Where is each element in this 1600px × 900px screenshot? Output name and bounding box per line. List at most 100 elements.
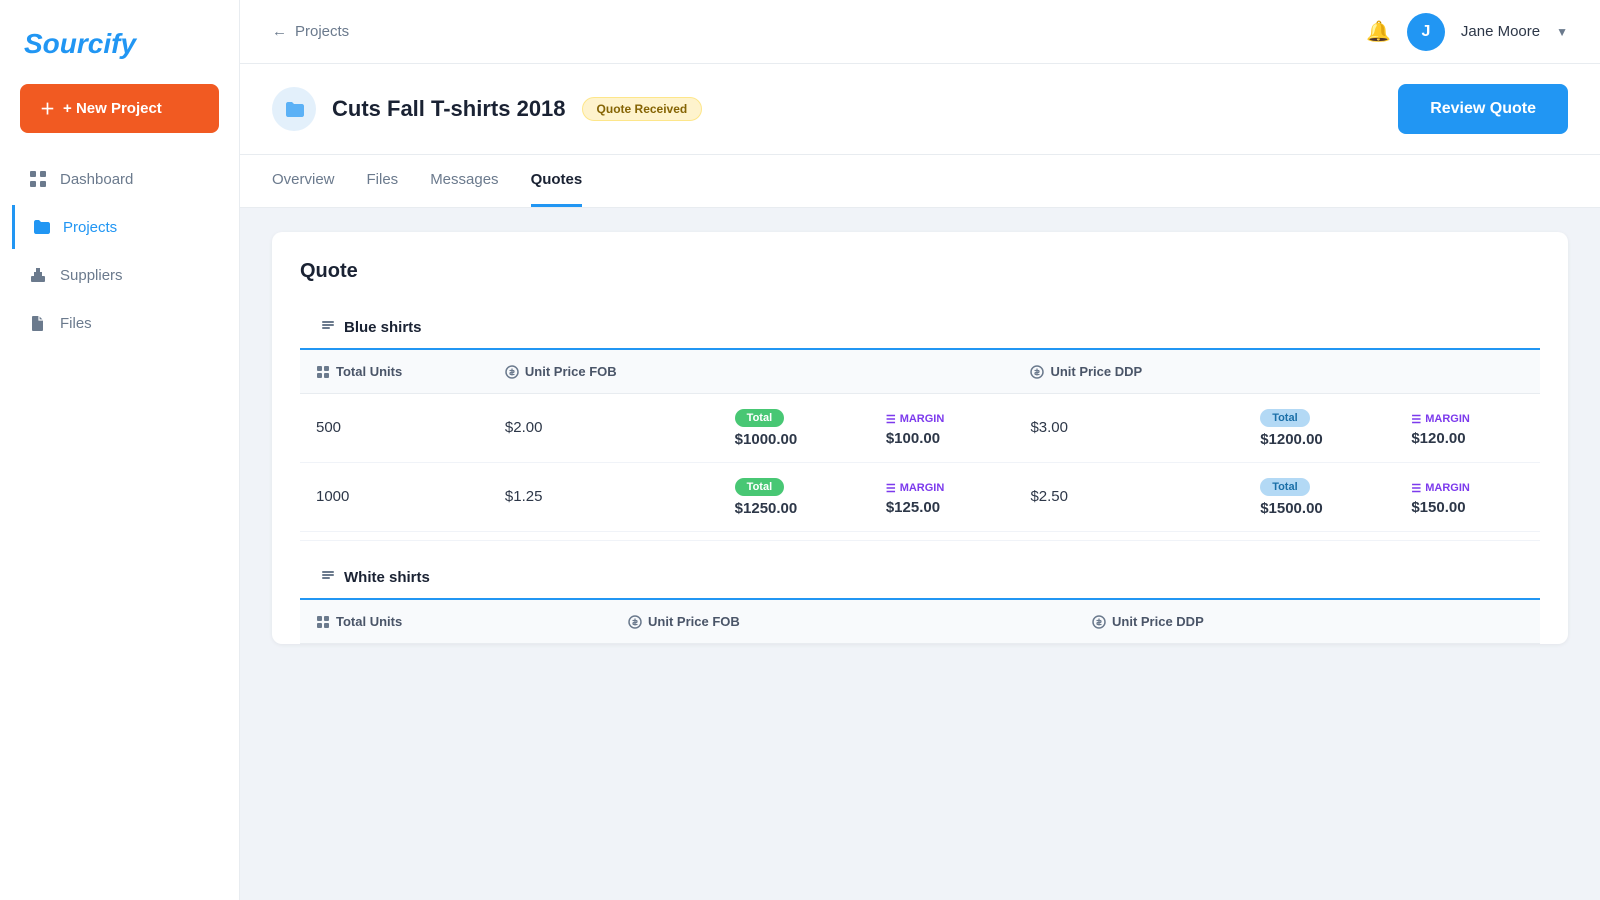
fob-margin-row1: ☰ MARGIN $100.00 [870,394,1015,463]
margin-ddp-label-2: MARGIN [1425,482,1470,494]
col-total-units-label: Total Units [336,364,402,379]
ws-fob-icon [628,615,642,629]
plus-icon: ＋ [40,98,55,119]
col-unit-price-ddp: Unit Price DDP [1014,350,1244,394]
ws-col-unit-price-ddp-label: Unit Price DDP [1112,614,1204,629]
ddp-price-value-2: $2.50 [1030,488,1068,505]
project-icon-wrap [272,87,316,131]
chevron-down-icon: ▼ [1556,25,1568,39]
new-project-label: + New Project [63,100,162,117]
margin-fob-value-2: $125.00 [886,499,999,516]
ddp-total-row2: Total $1500.00 [1244,463,1395,532]
table-row: 500 $2.00 Total $1000.00 ☰ MARGIN [300,394,1540,463]
white-shirts-tab[interactable]: White shirts [300,557,450,600]
white-shirts-tab-header: White shirts [300,557,1540,600]
folder-icon [283,98,305,120]
total-fob-value: $1000.00 [735,431,854,448]
table-row: 1000 $1.25 Total $1250.00 ☰ MARGIN [300,463,1540,532]
projects-icon [31,217,51,237]
topbar-right: 🔔 J Jane Moore ▼ [1366,13,1568,51]
product-section-blue-shirts: Blue shirts Total Units [300,307,1540,532]
product-icon-white [320,567,336,588]
sidebar-item-suppliers[interactable]: Suppliers [12,253,227,297]
total-fob-badge: Total [735,409,784,427]
margin-ddp-value-2: $150.00 [1411,499,1524,516]
sidebar-nav: Dashboard Projects Suppliers Files [0,157,239,345]
tab-quotes-label: Quotes [531,171,583,188]
margin-ddp-value: $120.00 [1411,430,1524,447]
ddp-price-value: $3.00 [1030,419,1068,436]
files-icon [28,313,48,333]
page-header: Cuts Fall T-shirts 2018 Quote Received R… [240,64,1600,155]
back-button[interactable]: ← Projects [272,23,349,40]
ws-col-total-units: Total Units [300,600,612,644]
total-fob-value-2: $1250.00 [735,500,854,517]
project-title: Cuts Fall T-shirts 2018 [332,96,566,122]
avatar: J [1407,13,1445,51]
tab-messages-label: Messages [430,171,498,188]
ws-col-ddp-totals [1455,600,1540,644]
fob-margin-row2: ☰ MARGIN $125.00 [870,463,1015,532]
ddp-price-row1: $3.00 [1014,394,1244,463]
tab-messages[interactable]: Messages [430,155,498,207]
topbar: ← Projects 🔔 J Jane Moore ▼ [240,0,1600,64]
sidebar-item-files[interactable]: Files [12,301,227,345]
stack-icon: ☰ [886,413,896,426]
content-area: Quote Blue shirts [240,208,1600,900]
sidebar-label-files: Files [60,315,92,332]
margin-fob-label-2: MARGIN [900,482,945,494]
ddp-margin-row1: ☰ MARGIN $120.00 [1395,394,1540,463]
sidebar-label-dashboard: Dashboard [60,171,133,188]
total-ddp-value: $1200.00 [1260,431,1379,448]
col-fob-totals [719,350,1015,394]
margin-ddp-badge-2: ☰ MARGIN [1411,482,1469,495]
review-quote-label: Review Quote [1430,100,1536,117]
fob-total-row2: Total $1250.00 [719,463,870,532]
ws-col-unit-price-fob-label: Unit Price FOB [648,614,740,629]
dashboard-icon [28,169,48,189]
units-value-2: 1000 [316,488,349,505]
main-content: ← Projects 🔔 J Jane Moore ▼ Cuts Fall T-… [240,0,1600,900]
ws-col-fob-totals [992,600,1076,644]
status-badge: Quote Received [582,97,703,121]
stack-icon-2: ☰ [1411,413,1421,426]
col-unit-price-fob-label: Unit Price FOB [525,364,617,379]
tabs-bar: Overview Files Messages Quotes [240,155,1600,208]
tab-files[interactable]: Files [367,155,399,207]
ws-col-unit-price-ddp: Unit Price DDP [1076,600,1455,644]
sidebar: Sourcify ＋ + New Project Dashboard Proje… [0,0,240,900]
margin-fob-label: MARGIN [900,413,945,425]
new-project-button[interactable]: ＋ + New Project [20,84,219,133]
stack-icon-3: ☰ [886,482,896,495]
col-total-units: Total Units [300,350,489,394]
back-arrow-icon: ← [272,23,287,40]
total-fob-badge-2: Total [735,478,784,496]
back-label: Projects [295,23,349,40]
product-section-white-shirts: White shirts Total Units [300,540,1540,644]
fob-price-value: $2.00 [505,419,543,436]
blue-shirts-tab[interactable]: Blue shirts [300,307,442,350]
sidebar-item-dashboard[interactable]: Dashboard [12,157,227,201]
ddp-margin-row2: ☰ MARGIN $150.00 [1395,463,1540,532]
margin-fob-badge: ☰ MARGIN [886,413,944,426]
margin-ddp-badge: ☰ MARGIN [1411,413,1469,426]
sidebar-label-projects: Projects [63,219,117,236]
blue-shirts-table: Total Units Unit Price FOB [300,350,1540,532]
tab-overview[interactable]: Overview [272,155,335,207]
col-unit-price-ddp-label: Unit Price DDP [1050,364,1142,379]
sidebar-item-projects[interactable]: Projects [12,205,227,249]
tab-quotes[interactable]: Quotes [531,155,583,207]
white-shirts-label: White shirts [344,569,430,586]
fob-price-value-2: $1.25 [505,488,543,505]
white-shirts-table: Total Units Unit Price FOB [300,600,1540,644]
ws-col-unit-price-fob: Unit Price FOB [612,600,991,644]
review-quote-button[interactable]: Review Quote [1398,84,1568,134]
margin-ddp-label: MARGIN [1425,413,1470,425]
ws-units-icon [316,615,330,629]
total-ddp-badge: Total [1260,409,1309,427]
notification-bell-icon[interactable]: 🔔 [1366,19,1391,44]
white-shirts-header-row: Total Units Unit Price FOB [300,600,1540,644]
ws-ddp-icon [1092,615,1106,629]
logo-area: Sourcify [0,0,239,84]
col-ddp-totals [1244,350,1540,394]
